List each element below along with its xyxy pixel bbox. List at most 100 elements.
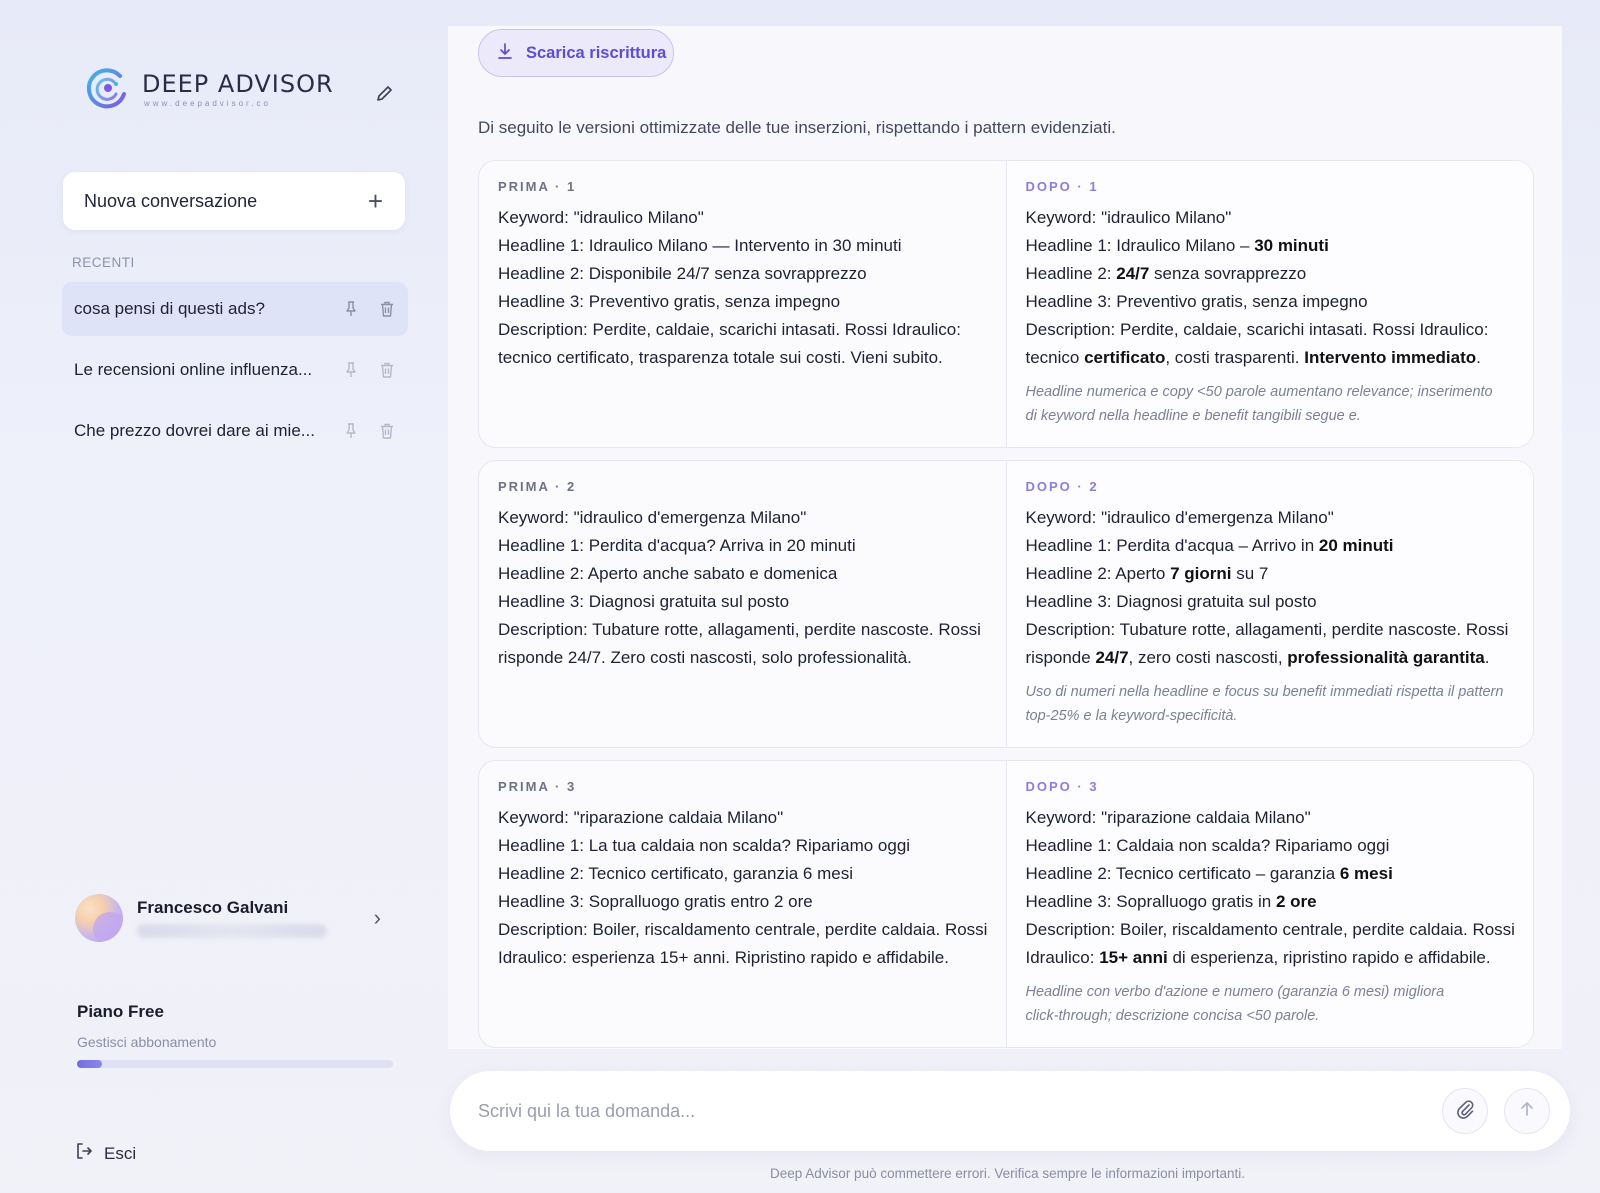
avatar bbox=[75, 894, 123, 942]
ad-line: Keyword: "idraulico d'emergenza Milano" bbox=[1026, 504, 1516, 532]
ad-line: Keyword: "idraulico Milano" bbox=[498, 208, 704, 227]
trash-icon[interactable] bbox=[378, 361, 396, 379]
ad-line: risponde 24/7, zero costi nascosti, prof… bbox=[1026, 644, 1516, 672]
plan-usage-bar bbox=[77, 1060, 393, 1068]
plan-name: Piano Free bbox=[77, 1002, 164, 1021]
note-line: Headline numerica e copy <50 parole aume… bbox=[1025, 384, 1493, 400]
new-conversation-button[interactable]: Nuova conversazione + bbox=[63, 172, 405, 230]
ad-line: Headline 2: Aperto anche sabato e domeni… bbox=[498, 564, 838, 583]
before-heading: PRIMA · 2 bbox=[498, 479, 577, 494]
ad-line: Headline 1: Perdita d'acqua – Arrivo in … bbox=[1026, 532, 1516, 560]
logout-icon bbox=[74, 1141, 94, 1166]
ad-line: Idraulico: esperienza 15+ anni. Ripristi… bbox=[498, 948, 949, 967]
trash-icon[interactable] bbox=[378, 300, 396, 318]
line-segment: , costi trasparenti. bbox=[1165, 348, 1305, 367]
ad-line: Headline 3: Preventivo gratis, senza imp… bbox=[1026, 288, 1516, 316]
after-column: DOPO · 2 Keyword: "idraulico d'emergenza … bbox=[1005, 461, 1533, 747]
ad-line: Description: Boiler, riscaldamento centr… bbox=[1026, 916, 1516, 944]
ad-line: Description: Perdite, caldaie, scarichi … bbox=[498, 320, 961, 339]
manage-subscription-link[interactable]: Gestisci abbonamento bbox=[77, 1034, 216, 1050]
download-label: Scarica riscrittura bbox=[526, 43, 667, 62]
conversation-item[interactable]: Le recensioni online influenza... bbox=[62, 343, 408, 397]
highlight-text: 30 minuti bbox=[1254, 236, 1329, 255]
line-segment: Headline 2: Tecnico certificato – garanz… bbox=[1025, 864, 1340, 883]
line-segment: tecnico bbox=[1025, 348, 1085, 367]
new-conversation-label: Nuova conversazione bbox=[84, 190, 258, 211]
line-segment: di esperienza, ripristino rapido e affid… bbox=[1167, 948, 1491, 967]
pin-icon[interactable] bbox=[342, 300, 360, 318]
logout-button[interactable]: Esci bbox=[74, 1141, 136, 1166]
note-line: click-through; descrizione concisa <50 p… bbox=[1025, 1008, 1320, 1024]
logout-label: Esci bbox=[104, 1143, 137, 1163]
composer bbox=[450, 1071, 1570, 1151]
note-line: Headline con verbo d'azione e numero (ga… bbox=[1025, 984, 1445, 1000]
ad-line: Description: Perdite, caldaie, scarichi … bbox=[1026, 316, 1516, 344]
note-line: Uso di numeri nella headline e focus su … bbox=[1025, 684, 1504, 700]
chat-panel: Scarica riscrittura Di seguito le versio… bbox=[448, 26, 1562, 1049]
ad-line: Keyword: "idraulico Milano" bbox=[1026, 204, 1516, 232]
line-segment: risponde bbox=[1025, 648, 1096, 667]
logo-mark-icon bbox=[84, 66, 130, 112]
before-column: PRIMA · 1 Keyword: "idraulico Milano" Head… bbox=[479, 161, 1006, 447]
after-column: DOPO · 3 Keyword: "riparazione caldaia Mi… bbox=[1005, 761, 1533, 1047]
brand-logo[interactable]: DEEP ADVISOR www.deepadvisor.co bbox=[84, 66, 334, 112]
ad-line: Headline 2: Disponibile 24/7 senza sovra… bbox=[498, 264, 867, 283]
ad-line: Headline 2: Tecnico certificato – garanz… bbox=[1026, 860, 1516, 888]
line-segment: Keyword: "idraulico Milano" bbox=[1025, 208, 1232, 227]
line-segment: Headline 1: Perdita d'acqua – Arrivo in bbox=[1025, 536, 1319, 555]
line-segment: Keyword: "idraulico d'emergenza Milano" bbox=[1025, 508, 1334, 527]
highlight-text: 24/7 bbox=[1116, 264, 1150, 283]
highlight-text: professionalità garantita bbox=[1287, 648, 1485, 667]
note-line: di keyword nella headline e benefit tang… bbox=[1025, 408, 1361, 424]
ad-line: Keyword: "idraulico d'emergenza Milano" bbox=[498, 508, 807, 527]
ad-line: Headline 3: Sopralluogo gratis in 2 ore bbox=[1026, 888, 1516, 916]
user-profile-button[interactable]: Francesco Galvani › bbox=[75, 892, 395, 944]
highlight-text: Intervento immediato bbox=[1304, 348, 1477, 367]
before-heading: PRIMA · 3 bbox=[498, 779, 577, 794]
rewrite-note: Uso di numeri nella headline e focus su … bbox=[1026, 680, 1516, 728]
ad-line: risponde 24/7. Zero costi nascosti, solo… bbox=[498, 648, 912, 667]
send-button[interactable] bbox=[1504, 1088, 1550, 1134]
recent-section-label: RECENTI bbox=[72, 255, 135, 270]
ad-line: Headline 1: Perdita d'acqua? Arriva in 2… bbox=[498, 536, 856, 555]
line-segment: Headline 3: Diagnosi gratuita sul posto bbox=[1025, 592, 1317, 611]
line-segment: . bbox=[1476, 348, 1481, 367]
conversation-item[interactable]: cosa pensi di questi ads? bbox=[62, 282, 408, 336]
line-segment: Keyword: "riparazione caldaia Milano" bbox=[1025, 808, 1311, 827]
edit-icon[interactable] bbox=[374, 82, 396, 104]
brand-subtitle: www.deepadvisor.co bbox=[144, 99, 271, 108]
attach-button[interactable] bbox=[1442, 1088, 1488, 1134]
pin-icon[interactable] bbox=[342, 361, 360, 379]
trash-icon[interactable] bbox=[378, 422, 396, 440]
rewrite-note: Headline con verbo d'azione e numero (ga… bbox=[1026, 980, 1516, 1028]
user-email-redacted bbox=[137, 924, 327, 938]
comparison-card: PRIMA · 1 Keyword: "idraulico Milano" Head… bbox=[478, 160, 1534, 448]
line-segment: Headline 2: bbox=[1025, 264, 1117, 283]
after-heading: DOPO · 2 bbox=[1025, 479, 1099, 494]
ad-line: Headline 3: Sopralluogo gratis entro 2 o… bbox=[498, 892, 813, 911]
question-input[interactable] bbox=[478, 1100, 1426, 1122]
after-column: DOPO · 1 Keyword: "idraulico Milano" Headl… bbox=[1005, 161, 1533, 447]
before-heading: PRIMA · 1 bbox=[498, 179, 577, 194]
plan-section: Piano Free Gestisci abbonamento bbox=[77, 1002, 216, 1050]
highlight-text: 20 minuti bbox=[1318, 536, 1394, 555]
note-line: top-25% e la keyword-specificità. bbox=[1025, 708, 1238, 724]
paperclip-icon bbox=[1454, 1098, 1476, 1125]
ad-line: Idraulico: 15+ anni di esperienza, ripri… bbox=[1026, 944, 1516, 972]
before-column: PRIMA · 2 Keyword: "idraulico d'emergenza… bbox=[479, 461, 1006, 747]
highlight-text: 7 giorni bbox=[1170, 564, 1232, 583]
comparison-card: PRIMA · 2 Keyword: "idraulico d'emergenza… bbox=[478, 460, 1534, 748]
before-column: PRIMA · 3 Keyword: "riparazione caldaia M… bbox=[479, 761, 1006, 1047]
highlight-text: 2 ore bbox=[1275, 892, 1317, 911]
pin-icon[interactable] bbox=[342, 422, 360, 440]
line-segment: Headline 2: Aperto bbox=[1025, 564, 1171, 583]
download-rewrite-button[interactable]: Scarica riscrittura bbox=[478, 29, 674, 77]
ad-line: Description: Tubature rotte, allagamenti… bbox=[1026, 616, 1516, 644]
conversation-item[interactable]: Che prezzo dovrei dare ai mie... bbox=[62, 404, 408, 458]
ad-line: Keyword: "riparazione caldaia Milano" bbox=[1026, 804, 1516, 832]
conversation-title: Le recensioni online influenza... bbox=[74, 360, 313, 379]
line-segment: Description: Perdite, caldaie, scarichi … bbox=[1025, 320, 1489, 339]
highlight-text: 24/7 bbox=[1095, 648, 1129, 667]
rewrite-note: Headline numerica e copy <50 parole aume… bbox=[1026, 380, 1516, 428]
ad-line: Headline 2: Tecnico certificato, garanzi… bbox=[498, 864, 853, 883]
